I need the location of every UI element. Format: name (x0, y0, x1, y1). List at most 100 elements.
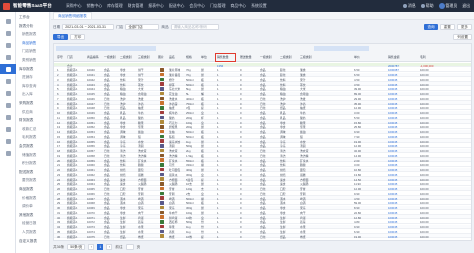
table-row[interactable]: 20 旗舰店A 10059 食品 饮料 矿泉水 矿泉水 550ml 瓶 1 0 食品 饮料 矿泉水 2.00… (54, 158, 471, 163)
search-button[interactable]: 查询 (424, 24, 438, 30)
product-thumbnail[interactable] (160, 120, 164, 124)
table-row[interactable]: 8 旗舰店A 10047 日化 洗护 沐浴 沐浴露 750ml 瓶 1 0 日化 洗护 沐浴 35.90 10… (54, 101, 471, 106)
next-page-button[interactable]: › (106, 244, 113, 250)
sidebar-item[interactable] (0, 16, 16, 26)
sidebar-item[interactable] (0, 124, 16, 134)
table-row[interactable]: 24 旗舰店A 10063 食品 速食 方便面 方便面 5连包提 1 0 食品 速食 方便面 14.50 1… (54, 177, 471, 182)
column-header[interactable]: 规格 (186, 55, 192, 59)
prev-page-button[interactable]: ‹ (88, 244, 95, 250)
product-thumbnail[interactable] (160, 201, 164, 205)
table-row[interactable]: 14 旗舰店A 10053 食品 调味 酱油 生抽 500ml 瓶 1 0 食品 调味 酱油 9.90 100… (54, 129, 471, 134)
menu-item[interactable]: 财务报表 (19, 118, 33, 123)
product-thumbnail[interactable] (160, 144, 164, 148)
product-thumbnail[interactable] (160, 125, 164, 129)
menu-item[interactable]: 库存报表 (19, 67, 33, 72)
product-thumbnail[interactable] (160, 177, 164, 181)
table-row[interactable]: 10 旗舰店A 10049 食品 乳品 牛奶 纯牛奶 250ml 盒 1 0 食品 乳品 牛奶 3.00 10… (54, 110, 471, 115)
menu-item[interactable]: 配送报表 (19, 170, 33, 175)
column-header[interactable]: 赠送数量 (240, 55, 252, 59)
date-range-field[interactable]: 2021-03-01 ~ 2021-03-31 (62, 24, 115, 30)
app-logo[interactable]: 智能零售SaaS平台 (0, 0, 64, 12)
column-header[interactable]: 一级类别 (104, 55, 116, 59)
menu-item[interactable]: 经营日报 (22, 221, 36, 226)
top-nav-item[interactable]: 会员中心 (189, 3, 205, 9)
menu-item[interactable]: 收款汇总 (22, 127, 36, 132)
product-thumbnail[interactable] (160, 72, 164, 77)
column-header[interactable]: 单价 (354, 55, 360, 59)
top-nav-item[interactable]: 采购中心 (66, 3, 82, 9)
keyword-input[interactable]: 请输入商品名称/条码 (170, 24, 219, 30)
table-row[interactable]: 25 旗舰店A 10064 食品 速食 火腿肠 火腿肠 10支袋 1 0 食品 速食 火腿肠 11.90 1… (54, 182, 471, 186)
top-nav-item[interactable]: 报表中心 (148, 3, 164, 9)
user-menu[interactable]: 管理员 (438, 3, 457, 9)
menu-item[interactable]: 商品销售 (22, 41, 36, 46)
table-row[interactable]: 18 旗舰店A 10057 日化 清洁 洗衣液 洗衣液 2kg 瓶 1 0 日化 清洁 洗衣液 32.90 1… (54, 148, 471, 153)
product-thumbnail[interactable] (160, 191, 164, 196)
sidebar-item[interactable] (0, 136, 16, 146)
store-select[interactable]: 全部门店 (125, 24, 160, 30)
table-row[interactable]: 34 旗舰店A 10073 食品 生鲜 水果 苹果 1kg 份 1 0 食品 生鲜 水果 9.90 10004… (54, 224, 471, 229)
table-row[interactable]: 35 旗舰店A 10074 食品 生鲜 水果 香蕉 1kg 份 1 0 食品 生鲜 水果 6.90 10004… (54, 229, 471, 234)
table-row[interactable]: 3 旗舰店A 10042 食品 饮料 果汁 橙汁 500ml 瓶 1 0 食品 饮料 果汁 4.50 1000… (54, 77, 471, 82)
product-thumbnail[interactable] (160, 129, 164, 134)
product-thumbnail[interactable] (160, 158, 164, 162)
column-header[interactable]: 单位 (201, 55, 207, 59)
menu-item[interactable]: 进销存 (22, 75, 33, 80)
product-thumbnail[interactable] (160, 115, 164, 120)
sidebar-item[interactable] (0, 88, 16, 98)
sidebar-item[interactable] (0, 52, 16, 62)
print-button[interactable]: 打印 (70, 34, 86, 40)
menu-item[interactable]: 价格报表 (22, 196, 36, 201)
help-button[interactable]: 帮助 (420, 3, 434, 9)
table-row[interactable]: 30 旗舰店A 10069 食品 零食 果冻 果冻 300g 袋 1 0 食品 零食 果冻 8.90 1000… (54, 205, 471, 210)
product-thumbnail[interactable] (160, 87, 164, 91)
menu-item[interactable]: 供应商 (22, 110, 33, 115)
column-header[interactable]: 门店 (67, 55, 73, 59)
menu-item[interactable]: 销售报表 (22, 32, 36, 37)
menu-item[interactable]: 采购报表 (19, 101, 33, 106)
product-thumbnail[interactable] (160, 220, 164, 224)
product-thumbnail[interactable] (160, 224, 164, 229)
table-row[interactable]: 32 旗舰店A 10071 食品 生鲜 鸡蛋 鲜鸡蛋 10枚盒 1 0 食品 生鲜 鸡蛋 12.80 100… (54, 215, 471, 220)
table-row[interactable]: 36 旗舰店A 10075 日化 纸品 卷纸 卷纸 10卷 提 1 0 日化 纸品 卷纸 19.90 1000… (54, 234, 471, 239)
column-header[interactable]: 一级类别 (260, 55, 272, 59)
table-row[interactable]: 12 旗舰店A 10051 食品 零食 糖果 巧克力 100g 盒 1 0 食品 零食 糖果 15.80 10… (54, 120, 471, 125)
table-row[interactable]: 21 旗舰店A 10060 食品 饮料 碳酸 可乐 330ml 罐 1 0 食品 饮料 碳酸 3.00 100… (54, 163, 471, 167)
product-thumbnail[interactable] (160, 215, 164, 219)
menu-item[interactable]: 自定义报表 (19, 239, 37, 244)
product-thumbnail[interactable] (160, 234, 164, 238)
product-thumbnail[interactable] (160, 106, 164, 110)
sidebar-item[interactable] (0, 28, 16, 38)
table-row[interactable]: 7 旗舰店A 10046 日化 洗护 洗发 洗发水 400ml 瓶 1 0 日化 洗护 洗发 29.90 10… (54, 96, 471, 101)
table-row[interactable]: 1 旗舰店A 10040 食品 零食 饼干 薯片原味 70g 袋 1 0 食品 膨化 薯类 6.50 1000… (54, 68, 471, 72)
more-filters-button[interactable]: 更多 (456, 24, 472, 30)
product-thumbnail[interactable] (160, 96, 164, 101)
table-row[interactable]: 19 旗舰店A 10058 日化 清洁 洗洁精 洗洁精 1.5kg 瓶 1 0 日化 清洁 洗洁精 14.9… (54, 153, 471, 158)
product-thumbnail[interactable] (160, 68, 164, 72)
table-row[interactable]: 5 旗舰店A 10044 食品 粮油 大米 东北大米 5kg 袋 1 0 食品 粮油 大米 39.90 100… (54, 87, 471, 91)
column-header[interactable]: 二级类别 (120, 55, 132, 59)
menu-item[interactable]: 会员报表 (19, 144, 33, 149)
menu-item[interactable]: 人员报表 (22, 230, 36, 235)
top-nav-item[interactable]: 系统设置 (251, 3, 267, 9)
table-row[interactable]: 9 旗舰店A 10048 日化 纸品 抽纸 抽纸 3包提 1 0 日化 纸品 抽纸 12.90 100045… (54, 106, 471, 110)
menu-item[interactable]: 门店销售 (22, 49, 36, 54)
table-row[interactable]: 13 旗舰店A 10052 食品 零食 坚果 碧根果 200g 袋 1 0 食品 零食 坚果 25.80 10… (54, 125, 471, 129)
table-row[interactable]: 17 旗舰店A 10056 食品 冷冻 汤圆 汤圆 500g 袋 1 0 食品 冷冻 汤圆 12.90 100… (54, 144, 471, 148)
page-size-select[interactable]: 50条/页 (67, 244, 86, 250)
table-row[interactable]: 11 旗舰店A 10050 食品 乳品 酸奶 酸奶 200g 杯 1 0 食品 乳品 酸奶 5.50 1000… (54, 115, 471, 120)
table-row[interactable]: 26 旗舰店A 10065 日化 口腔 牙膏 牙膏 120g 支 1 0 日化 口腔 牙膏 12.90 100… (54, 186, 471, 191)
product-thumbnail[interactable] (160, 148, 164, 153)
menu-item[interactable]: 毛利报表 (22, 135, 36, 140)
top-nav-item[interactable]: 门店管理 (210, 3, 226, 9)
menu-item[interactable]: 出入库 (22, 92, 33, 97)
column-header[interactable]: 二级类别 (280, 55, 292, 59)
column-header[interactable]: 销售金额 (388, 55, 400, 59)
product-thumbnail[interactable] (160, 186, 164, 191)
menu-item[interactable]: 其他报表 (19, 213, 33, 218)
export-button[interactable]: 导出 (53, 34, 69, 40)
table-row[interactable]: 4 旗舰店A 10043 食品 饮料 茶饮 绿茶 500ml 瓶 1 0 食品 饮料 茶饮 3.50 1000… (54, 82, 471, 87)
sidebar-item[interactable] (0, 100, 16, 110)
menu-item[interactable]: 商品报表 (19, 187, 33, 192)
product-thumbnail[interactable] (160, 163, 164, 167)
